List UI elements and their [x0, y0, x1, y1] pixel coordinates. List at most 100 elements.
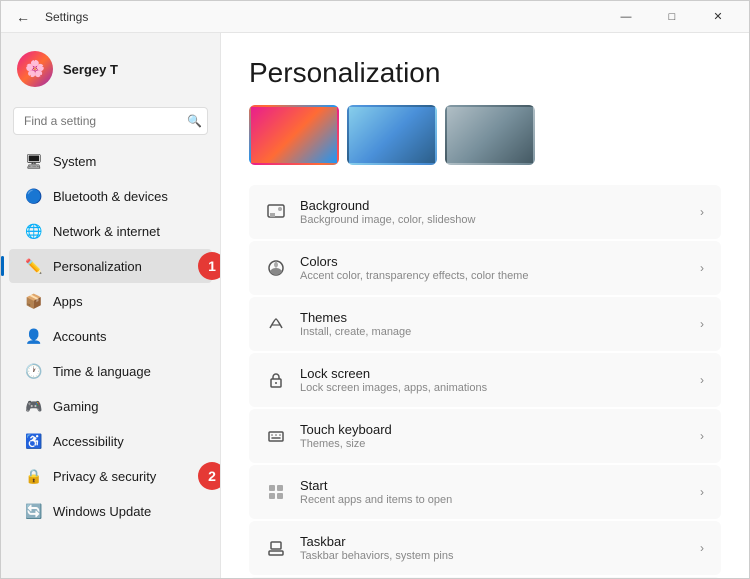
back-button[interactable]: ← [9, 1, 37, 33]
maximize-button[interactable]: □ [649, 1, 695, 33]
personalization-icon: ✏️ [25, 257, 43, 275]
taskbar-icon [266, 538, 286, 558]
touchkeyboard-icon [266, 426, 286, 446]
colors-text: Colors Accent color, transparency effect… [300, 254, 686, 282]
theme-previews [249, 105, 721, 165]
themes-icon [266, 314, 286, 334]
user-name: Sergey T [63, 62, 118, 77]
chevron-icon: › [700, 485, 704, 499]
settings-list: Background Background image, color, slid… [249, 185, 721, 578]
main-content: 🌸 Sergey T 🔍 🖥 System 🔵 [1, 33, 749, 578]
settings-item-touchkeyboard[interactable]: Touch keyboard Themes, size › [249, 409, 721, 463]
background-icon [266, 202, 286, 222]
chevron-icon: › [700, 429, 704, 443]
window-title: Settings [45, 10, 88, 24]
settings-item-fonts[interactable]: Aa Fonts Install, manage › [249, 577, 721, 578]
start-icon [266, 482, 286, 502]
sidebar-item-label: Time & language [53, 364, 151, 379]
lockscreen-desc: Lock screen images, apps, animations [300, 382, 686, 394]
settings-item-colors[interactable]: Colors Accent color, transparency effect… [249, 241, 721, 295]
sidebar-item-label: Personalization [53, 259, 142, 274]
network-icon: 🌐 [25, 222, 43, 240]
taskbar-text: Taskbar Taskbar behaviors, system pins [300, 534, 686, 562]
colors-icon [266, 258, 286, 278]
sidebar: 🌸 Sergey T 🔍 🖥 System 🔵 [1, 33, 221, 578]
page-title: Personalization [249, 57, 721, 89]
chevron-icon: › [700, 205, 704, 219]
sidebar-item-label: Privacy & security [53, 469, 156, 484]
background-desc: Background image, color, slideshow [300, 214, 686, 226]
colors-label: Colors [300, 254, 686, 269]
chevron-icon: › [700, 541, 704, 555]
system-icon: 🖥 [25, 152, 43, 170]
background-label: Background [300, 198, 686, 213]
title-bar-controls: — □ ✕ [603, 1, 741, 33]
accessibility-icon: ♿ [25, 432, 43, 450]
update-icon: 🔄 [25, 502, 43, 520]
title-bar: ← Settings — □ ✕ [1, 1, 749, 33]
sidebar-item-label: Gaming [53, 399, 99, 414]
taskbar-desc: Taskbar behaviors, system pins [300, 550, 686, 562]
themes-label: Themes [300, 310, 686, 325]
sidebar-item-update[interactable]: 🔄 Windows Update [9, 494, 212, 528]
settings-item-taskbar[interactable]: Taskbar Taskbar behaviors, system pins › [249, 521, 721, 575]
sidebar-item-label: System [53, 154, 96, 169]
touchkeyboard-desc: Themes, size [300, 438, 686, 450]
lockscreen-icon [266, 370, 286, 390]
start-text: Start Recent apps and items to open [300, 478, 686, 506]
sidebar-item-personalization[interactable]: ✏️ Personalization [9, 249, 212, 283]
sidebar-item-bluetooth[interactable]: 🔵 Bluetooth & devices [9, 179, 212, 213]
themes-text: Themes Install, create, manage [300, 310, 686, 338]
chevron-icon: › [700, 261, 704, 275]
content-panel: Personalization Background Background im… [221, 33, 749, 578]
theme-preview-2[interactable] [347, 105, 437, 165]
colors-desc: Accent color, transparency effects, colo… [300, 270, 686, 282]
apps-icon: 📦 [25, 292, 43, 310]
sidebar-nav: 🖥 System 🔵 Bluetooth & devices 🌐 Network… [1, 143, 220, 570]
sidebar-item-network[interactable]: 🌐 Network & internet [9, 214, 212, 248]
sidebar-item-gaming[interactable]: 🎮 Gaming [9, 389, 212, 423]
sidebar-item-label: Accounts [53, 329, 106, 344]
chevron-icon: › [700, 373, 704, 387]
sidebar-item-privacy[interactable]: 🔒 Privacy & security [9, 459, 212, 493]
sidebar-item-label: Network & internet [53, 224, 160, 239]
search-icon[interactable]: 🔍 [187, 114, 202, 128]
search-input[interactable] [13, 107, 208, 135]
privacy-icon: 🔒 [25, 467, 43, 485]
settings-item-lockscreen[interactable]: Lock screen Lock screen images, apps, an… [249, 353, 721, 407]
background-text: Background Background image, color, slid… [300, 198, 686, 226]
accounts-icon: 👤 [25, 327, 43, 345]
touchkeyboard-label: Touch keyboard [300, 422, 686, 437]
sidebar-item-accounts[interactable]: 👤 Accounts [9, 319, 212, 353]
themes-desc: Install, create, manage [300, 326, 686, 338]
time-icon: 🕐 [25, 362, 43, 380]
sidebar-item-time[interactable]: 🕐 Time & language [9, 354, 212, 388]
sidebar-item-system[interactable]: 🖥 System [9, 144, 212, 178]
lockscreen-text: Lock screen Lock screen images, apps, an… [300, 366, 686, 394]
settings-item-background[interactable]: Background Background image, color, slid… [249, 185, 721, 239]
theme-preview-3[interactable] [445, 105, 535, 165]
settings-item-themes[interactable]: Themes Install, create, manage › [249, 297, 721, 351]
sidebar-item-label: Bluetooth & devices [53, 189, 168, 204]
touchkeyboard-text: Touch keyboard Themes, size [300, 422, 686, 450]
search-box: 🔍 [13, 107, 208, 135]
start-label: Start [300, 478, 686, 493]
taskbar-label: Taskbar [300, 534, 686, 549]
sidebar-user: 🌸 Sergey T [1, 41, 220, 103]
close-button[interactable]: ✕ [695, 1, 741, 33]
start-desc: Recent apps and items to open [300, 494, 686, 506]
sidebar-item-accessibility[interactable]: ♿ Accessibility [9, 424, 212, 458]
sidebar-item-label: Apps [53, 294, 83, 309]
chevron-icon: › [700, 317, 704, 331]
sidebar-item-apps[interactable]: 📦 Apps [9, 284, 212, 318]
title-bar-left: ← Settings [9, 1, 88, 33]
settings-window: ← Settings — □ ✕ 🌸 Sergey T 🔍 [0, 0, 750, 579]
avatar: 🌸 [17, 51, 53, 87]
sidebar-item-label: Windows Update [53, 504, 151, 519]
theme-preview-1[interactable] [249, 105, 339, 165]
lockscreen-label: Lock screen [300, 366, 686, 381]
settings-item-start[interactable]: Start Recent apps and items to open › [249, 465, 721, 519]
minimize-button[interactable]: — [603, 1, 649, 33]
gaming-icon: 🎮 [25, 397, 43, 415]
sidebar-item-label: Accessibility [53, 434, 124, 449]
